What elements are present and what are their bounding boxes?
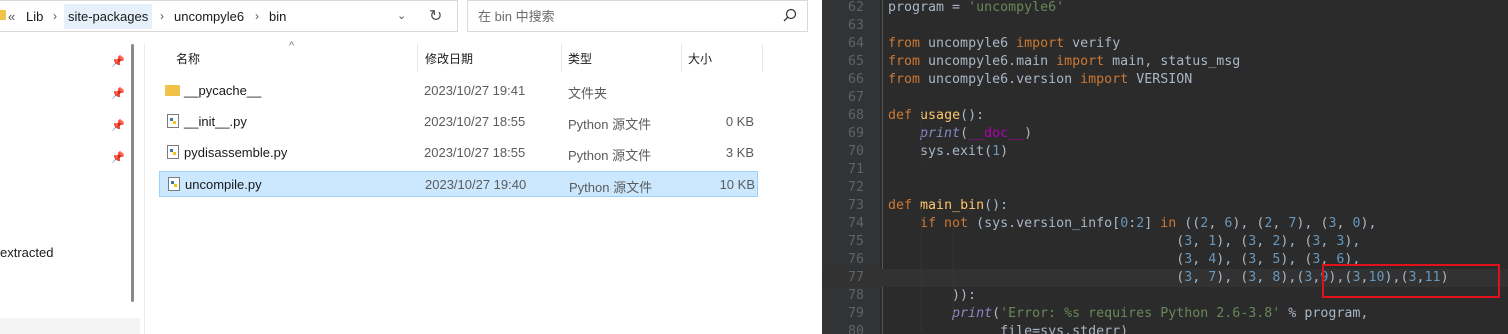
code-line[interactable]: from uncompyle6.version import VERSION [888, 71, 1192, 89]
python-file-icon [168, 177, 180, 191]
line-number: 68 [847, 108, 864, 123]
file-size: 3 KB [725, 145, 754, 160]
file-size: 10 KB [719, 177, 755, 192]
nav-scrollbar[interactable] [131, 44, 134, 302]
line-number: 79 [847, 306, 864, 321]
chevron-right-icon[interactable]: › [255, 9, 259, 23]
column-separator[interactable] [681, 44, 682, 72]
line-number: 64 [847, 36, 864, 51]
line-number: 70 [847, 144, 864, 159]
search-input[interactable] [476, 8, 780, 25]
file-row[interactable]: pydisassemble.py 2023/10/27 18:55 Python 源… [159, 140, 758, 166]
column-header-name[interactable]: 名称 [176, 50, 200, 67]
line-number: 67 [847, 90, 864, 105]
file-type: Python 源文件 [568, 148, 652, 163]
code-line[interactable]: (3, 4), (3, 5), (3, 6), [888, 251, 1360, 269]
breadcrumb-lib[interactable]: Lib [26, 9, 43, 24]
indent-guide [953, 225, 954, 315]
indent-guide [921, 108, 922, 162]
column-separator[interactable] [561, 44, 562, 72]
file-explorer: « Lib › site-packages › uncompyle6 › bin… [0, 0, 822, 334]
line-number: 65 [847, 54, 864, 69]
column-header-date[interactable]: 修改日期 [425, 50, 473, 67]
file-type: 文件夹 [568, 86, 608, 101]
code-line[interactable]: )): [888, 287, 976, 305]
search-box[interactable] [467, 0, 808, 32]
chevron-right-icon[interactable]: › [160, 9, 164, 23]
file-type: Python 源文件 [569, 180, 653, 195]
line-number: 66 [847, 72, 864, 87]
pane-divider[interactable] [144, 44, 145, 334]
pin-icon[interactable]: 📌 [111, 87, 125, 100]
chevron-right-icon[interactable]: › [53, 9, 57, 23]
search-icon[interactable] [783, 8, 797, 22]
code-line[interactable]: program = 'uncompyle6' [888, 0, 1064, 17]
refresh-icon[interactable]: ↻ [429, 6, 442, 26]
breadcrumb-bin[interactable]: bin [269, 9, 286, 24]
line-number: 74 [847, 216, 864, 231]
code-line[interactable]: from uncompyle6.main import main, status… [888, 53, 1240, 71]
pin-icon[interactable]: 📌 [111, 55, 125, 68]
code-editor[interactable]: 62 program = 'uncompyle6' 63 64 from uncompy… [822, 0, 1508, 334]
file-row[interactable]: uncompile.py 2023/10/27 19:40 Python 源文件 10… [159, 171, 758, 197]
python-file-icon [167, 114, 179, 128]
code-line[interactable]: def usage(): [888, 107, 984, 125]
column-header-size[interactable]: 大小 [688, 50, 712, 67]
file-name: __pycache__ [184, 83, 262, 98]
file-size: 0 KB [725, 114, 754, 129]
column-separator[interactable] [762, 44, 763, 72]
file-date: 2023/10/27 18:55 [424, 114, 526, 129]
breadcrumb-site-packages[interactable]: site-packages [64, 4, 153, 29]
indent-guide [921, 207, 922, 333]
file-date: 2023/10/27 19:40 [425, 177, 527, 192]
address-bar[interactable]: « Lib › site-packages › uncompyle6 › bin… [0, 0, 458, 32]
code-line[interactable]: print('Error: %s requires Python 2.6-3.8… [888, 305, 1368, 323]
code-line[interactable]: print(__doc__) [888, 125, 1032, 143]
line-number: 80 [847, 324, 864, 334]
code-line[interactable]: (3, 1), (3, 2), (3, 3), [888, 233, 1360, 251]
file-name: pydisassemble.py [184, 145, 288, 160]
nav-footer [0, 318, 140, 334]
chevron-down-icon[interactable]: ⌄ [397, 9, 406, 22]
sort-ascending-icon: ^ [289, 40, 295, 52]
file-name: __init__.py [184, 114, 247, 129]
pin-icon[interactable]: 📌 [111, 119, 125, 132]
folder-icon [165, 85, 180, 96]
folder-icon [0, 10, 6, 20]
line-number: 71 [847, 162, 864, 177]
line-number: 75 [847, 234, 864, 249]
code-line[interactable]: file=sys.stderr) [888, 323, 1128, 334]
breadcrumb-uncompyle6[interactable]: uncompyle6 [174, 9, 244, 24]
file-date: 2023/10/27 18:55 [424, 145, 526, 160]
nav-item-extracted[interactable]: extracted [0, 245, 53, 260]
line-number: 78 [847, 288, 864, 303]
column-header-type[interactable]: 类型 [568, 50, 592, 67]
code-line[interactable]: (3, 7), (3, 8),(3,9),(3,10),(3,11) [888, 269, 1448, 287]
code-line[interactable]: if not (sys.version_info[0:2] in ((2, 6)… [888, 215, 1376, 233]
pin-icon[interactable]: 📌 [111, 151, 125, 164]
file-name: uncompile.py [185, 177, 262, 192]
line-number: 69 [847, 126, 864, 141]
file-row[interactable]: __pycache__ 2023/10/27 19:41 文件夹 [159, 78, 758, 104]
file-type: Python 源文件 [568, 117, 652, 132]
code-line[interactable]: sys.exit(1) [888, 143, 1008, 161]
line-number: 62 [847, 0, 864, 15]
breadcrumb-overflow[interactable]: « [8, 9, 15, 24]
file-row[interactable]: __init__.py 2023/10/27 18:55 Python 源文件 0 K… [159, 109, 758, 135]
line-number: 77 [847, 270, 864, 285]
file-date: 2023/10/27 19:41 [424, 83, 526, 98]
python-file-icon [167, 145, 179, 159]
code-line[interactable]: def main_bin(): [888, 197, 1008, 215]
line-number: 63 [847, 18, 864, 33]
line-number: 76 [847, 252, 864, 267]
column-separator[interactable] [417, 44, 418, 72]
line-number: 73 [847, 198, 864, 213]
code-line[interactable]: from uncompyle6 import verify [888, 35, 1120, 53]
line-number: 72 [847, 180, 864, 195]
